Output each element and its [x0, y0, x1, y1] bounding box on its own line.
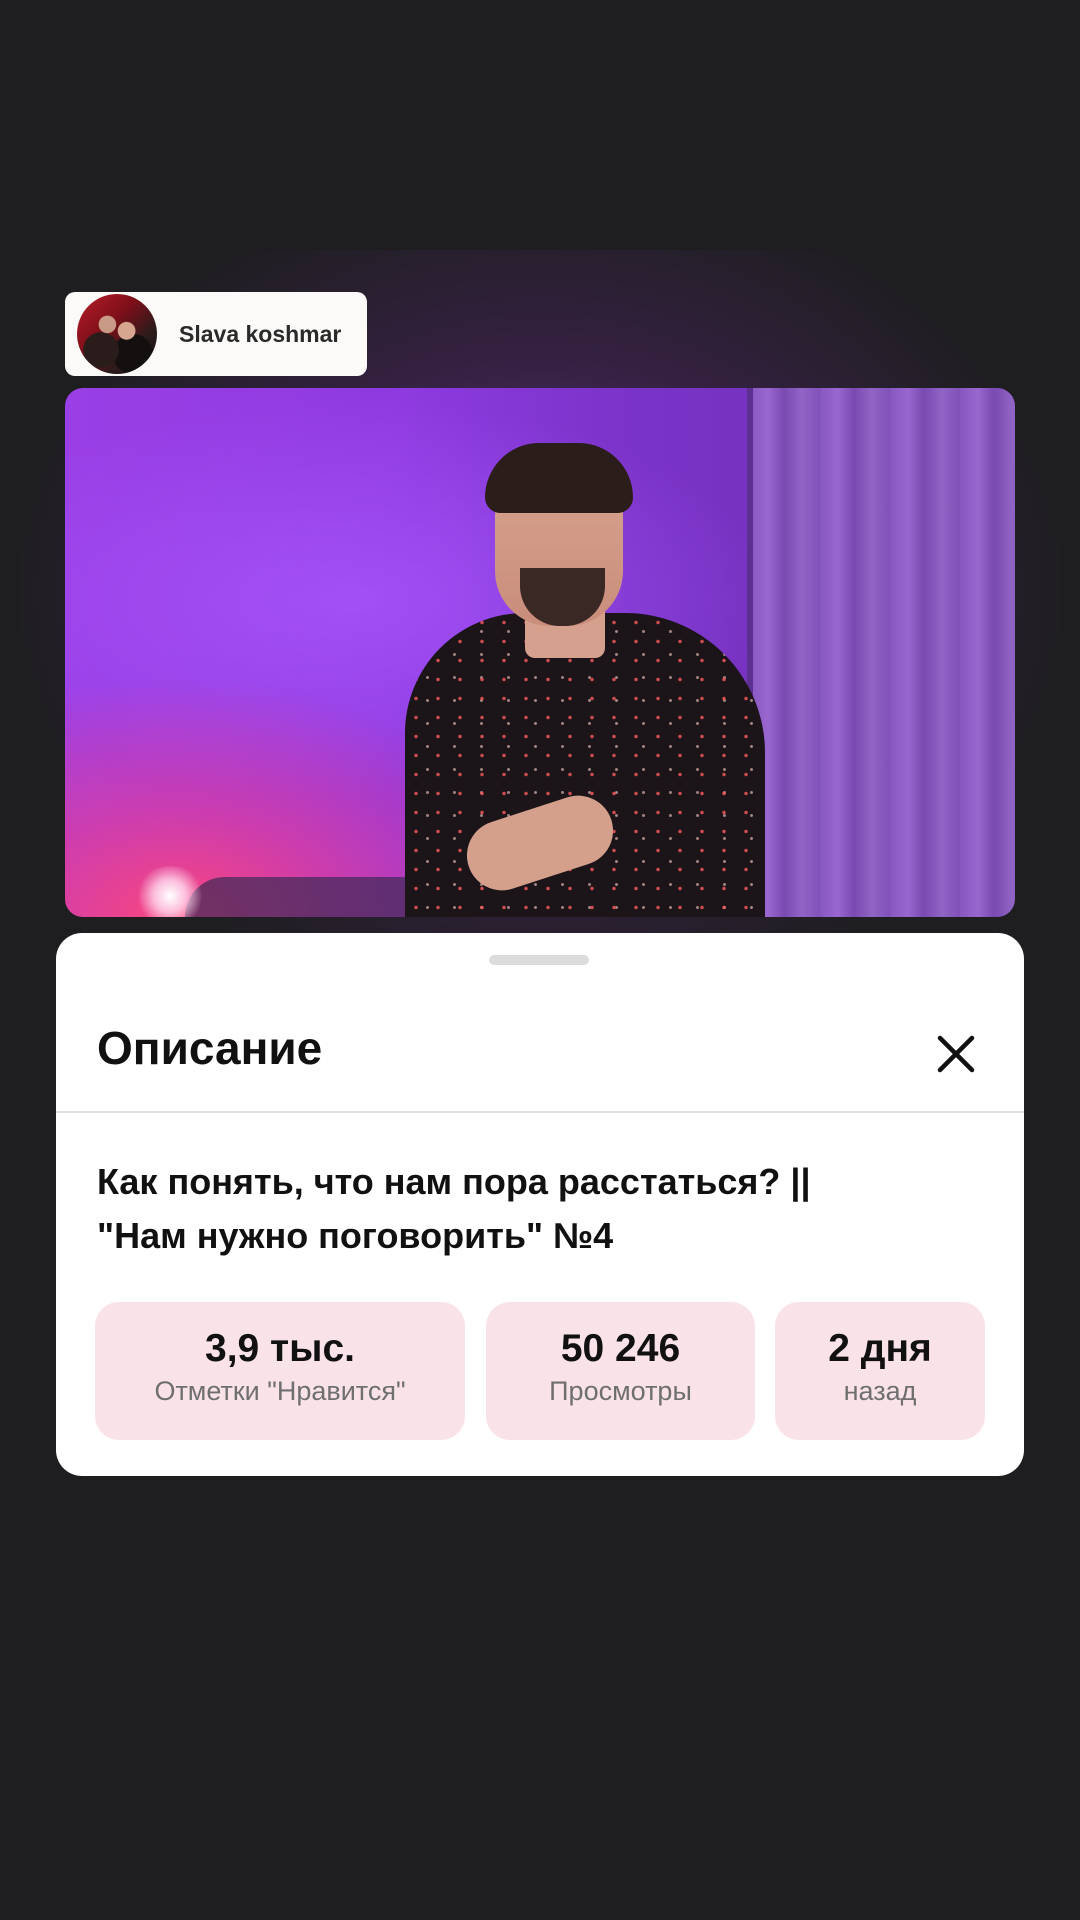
channel-chip[interactable]: Slava koshmar	[65, 292, 367, 376]
video-title: Как понять, что нам пора расстаться? || …	[97, 1155, 917, 1263]
close-icon	[937, 1035, 975, 1073]
likes-count: 3,9 тыс.	[205, 1327, 355, 1370]
likes-label: Отметки "Нравится"	[154, 1376, 406, 1406]
published-ago: 2 дня	[828, 1327, 932, 1370]
published-ago-label: назад	[843, 1376, 917, 1406]
close-button[interactable]	[928, 1026, 984, 1082]
channel-name[interactable]: Slava koshmar	[179, 321, 341, 348]
video-title-line-1: Как понять, что нам пора расстаться? ||	[97, 1161, 811, 1202]
views-count: 50 246	[560, 1327, 681, 1370]
video-player[interactable]	[65, 388, 1015, 917]
description-sheet: Описание Как понять, что нам пора расста…	[56, 933, 1024, 1476]
video-title-line-2: "Нам нужно поговорить" №4	[97, 1215, 614, 1256]
video-stats: 3,9 тыс. Отметки "Нравится" 50 246 Просм…	[95, 1302, 985, 1440]
views-label: Просмотры	[549, 1376, 692, 1406]
channel-avatar[interactable]	[77, 294, 157, 374]
video-person-hair	[485, 443, 633, 513]
video-person-body	[405, 613, 765, 917]
sheet-divider	[56, 1111, 1024, 1113]
views-stat-card: 50 246 Просмотры	[486, 1302, 755, 1440]
video-lamp	[135, 866, 205, 917]
date-stat-card: 2 дня назад	[775, 1302, 985, 1440]
sheet-title: Описание	[97, 1022, 323, 1074]
video-curtain	[750, 388, 1015, 917]
sheet-drag-handle[interactable]	[489, 955, 589, 965]
likes-stat-card: 3,9 тыс. Отметки "Нравится"	[95, 1302, 465, 1440]
